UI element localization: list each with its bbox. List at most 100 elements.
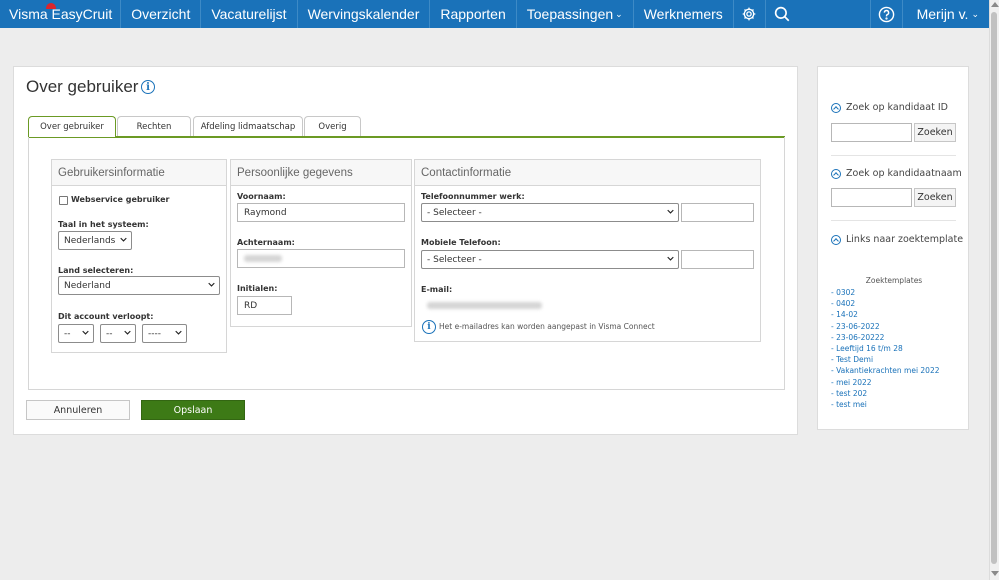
achternaam-input[interactable] xyxy=(237,249,405,268)
template-link[interactable]: - 14-02 xyxy=(831,309,940,320)
search-id-button[interactable]: Zoeken xyxy=(914,123,956,142)
nav-item-toepassingen[interactable]: Toepassingen ⌄ xyxy=(517,0,634,28)
mobiel-label: Mobiele Telefoon: xyxy=(421,238,501,247)
select-value: Nederlands xyxy=(64,235,116,246)
santa-hat-icon xyxy=(46,3,56,9)
templates-list: - 0302 - 0402 - 14-02 - 23-06-2022 - 23-… xyxy=(831,287,940,410)
collapse-up-icon xyxy=(831,168,841,179)
verloopt-year-select[interactable]: ---- xyxy=(142,324,187,343)
template-link[interactable]: - mei 2022 xyxy=(831,377,940,388)
tel-werk-country-select[interactable]: - Selecteer - xyxy=(421,203,679,222)
verloopt-day-select[interactable]: -- xyxy=(58,324,94,343)
chevron-down-icon xyxy=(124,330,131,335)
divider xyxy=(831,220,956,221)
chevron-down-icon xyxy=(208,282,215,287)
taal-select[interactable]: Nederlands xyxy=(58,231,132,250)
tab-over-gebruiker[interactable]: Over gebruiker xyxy=(28,116,116,137)
webservice-label: Webservice gebruiker xyxy=(71,195,170,204)
search-id-heading[interactable]: Zoek op kandidaat ID xyxy=(831,102,948,113)
template-link[interactable]: - Leeftijd 16 t/m 28 xyxy=(831,343,940,354)
templates-title: Zoektemplates xyxy=(865,276,923,285)
nav-spacer xyxy=(798,0,871,28)
select-value: Nederland xyxy=(64,280,111,291)
cancel-button[interactable]: Annuleren xyxy=(26,400,130,420)
template-link[interactable]: - 0302 xyxy=(831,287,940,298)
heading-label: Zoek op kandidaatnaam xyxy=(846,168,962,179)
chevron-down-icon xyxy=(120,237,127,242)
section-contactinformatie: Contactinformatie Telefoonnummer werk: -… xyxy=(414,159,761,342)
search-name-heading[interactable]: Zoek op kandidaatnaam xyxy=(831,168,962,179)
email-label: E-mail: xyxy=(421,285,453,294)
collapse-up-icon xyxy=(831,102,841,113)
template-link[interactable]: - 0402 xyxy=(831,298,940,309)
taal-label: Taal in het systeem: xyxy=(58,220,149,229)
collapse-up-icon xyxy=(831,234,841,245)
help-button[interactable] xyxy=(871,0,903,28)
info-icon: i xyxy=(422,320,436,334)
nav-item-wervingskalender[interactable]: Wervingskalender xyxy=(298,0,431,28)
nav-label: Wervingskalender xyxy=(307,6,420,22)
template-link[interactable]: - 23-06-2022 xyxy=(831,321,940,332)
page-title: Over gebruiker xyxy=(26,77,139,96)
verloopt-label: Dit account verloopt: xyxy=(58,312,154,321)
tab-afdeling-lidmaatschap[interactable]: Afdeling lidmaatschap xyxy=(193,116,303,137)
template-link[interactable]: - Vakantiekrachten mei 2022 xyxy=(831,365,940,376)
voornaam-input[interactable]: Raymond xyxy=(237,203,405,222)
nav-item-overzicht[interactable]: Overzicht xyxy=(121,0,202,28)
email-note: Het e-mailadres kan worden aangepast in … xyxy=(439,322,655,331)
brand-name: Visma EasyCruit xyxy=(9,6,113,22)
land-label: Land selecteren: xyxy=(58,266,134,275)
select-value: ---- xyxy=(148,328,161,339)
tab-rechten[interactable]: Rechten xyxy=(117,116,191,137)
divider xyxy=(831,155,956,156)
input-value: Raymond xyxy=(244,207,287,218)
candidate-name-input[interactable] xyxy=(831,188,912,207)
template-link[interactable]: - test mei xyxy=(831,399,940,410)
mobiel-country-select[interactable]: - Selecteer - xyxy=(421,250,679,269)
chevron-down-icon xyxy=(175,330,182,335)
nav-label: Rapporten xyxy=(440,6,506,22)
scroll-down-arrow-icon[interactable] xyxy=(991,571,999,576)
info-icon[interactable]: i xyxy=(141,80,155,94)
section-persoonlijke-gegevens: Persoonlijke gegevens Voornaam: Raymond … xyxy=(230,159,412,327)
scroll-up-arrow-icon[interactable] xyxy=(991,2,999,7)
search-button[interactable] xyxy=(766,0,798,28)
nav-item-vacaturelijst[interactable]: Vacaturelijst xyxy=(201,0,298,28)
section-gebruikersinformatie: Gebruikersinformatie Webservice gebruike… xyxy=(51,159,227,353)
tab-overig[interactable]: Overig xyxy=(304,116,361,137)
redacted-email xyxy=(427,302,542,309)
nav-item-werknemers[interactable]: Werknemers xyxy=(634,0,734,28)
nav-item-rapporten[interactable]: Rapporten xyxy=(430,0,517,28)
user-details-panel: Over gebruiker i Over gebruiker Rechten … xyxy=(13,66,798,435)
settings-button[interactable] xyxy=(734,0,766,28)
voornaam-label: Voornaam: xyxy=(237,192,286,201)
chevron-down-icon: ⌄ xyxy=(615,8,623,19)
land-select[interactable]: Nederland xyxy=(58,276,220,295)
template-link[interactable]: - 23-06-20222 xyxy=(831,332,940,343)
tel-werk-label: Telefoonnummer werk: xyxy=(421,192,525,201)
mobiel-input[interactable] xyxy=(681,250,754,269)
initialen-input[interactable]: RD xyxy=(237,296,292,315)
gear-icon xyxy=(742,7,756,21)
select-value: - Selecteer - xyxy=(427,207,482,218)
verloopt-month-select[interactable]: -- xyxy=(100,324,136,343)
links-heading[interactable]: Links naar zoektemplate xyxy=(831,234,963,245)
nav-label: Overzicht xyxy=(131,6,191,22)
template-link[interactable]: - test 202 xyxy=(831,388,940,399)
user-menu[interactable]: Merijn v. ⌄ xyxy=(903,0,989,28)
select-value: -- xyxy=(106,328,113,339)
user-name: Merijn v. xyxy=(916,6,969,22)
search-name-button[interactable]: Zoeken xyxy=(914,188,956,207)
select-value: - Selecteer - xyxy=(427,254,482,265)
section-header: Gebruikersinformatie xyxy=(52,160,226,186)
tel-werk-input[interactable] xyxy=(681,203,754,222)
save-button[interactable]: Opslaan xyxy=(141,400,245,420)
brand-logo[interactable]: Visma EasyCruit xyxy=(0,0,122,28)
tab-content: Gebruikersinformatie Webservice gebruike… xyxy=(28,137,785,390)
redacted-value xyxy=(244,255,282,262)
scrollbar-thumb[interactable] xyxy=(991,12,997,564)
heading-label: Zoek op kandidaat ID xyxy=(846,102,948,113)
template-link[interactable]: - Test Demi xyxy=(831,354,940,365)
webservice-checkbox[interactable] xyxy=(59,196,68,205)
candidate-id-input[interactable] xyxy=(831,123,912,142)
